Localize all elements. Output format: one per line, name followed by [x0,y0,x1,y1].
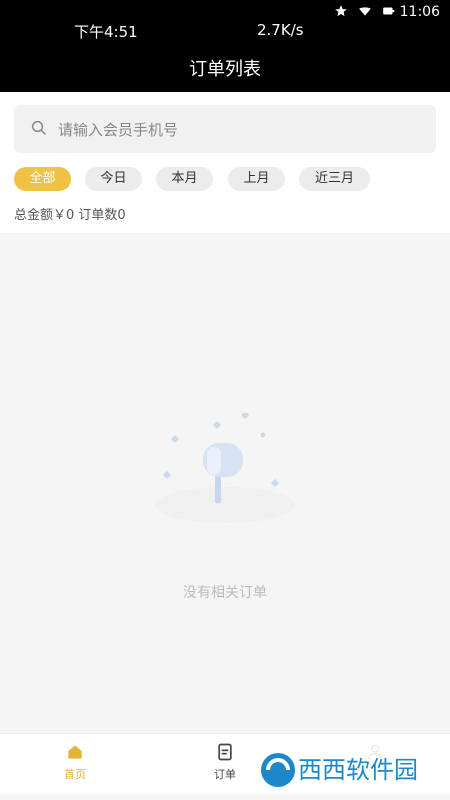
page-title: 订单列表 [189,59,261,80]
battery-icon [383,7,395,15]
site-watermark: 西西软件园 [252,744,436,794]
empty-state: 没有相关订单 [0,233,450,733]
search-icon [31,120,46,135]
nav-home[interactable]: 首页 [35,740,115,782]
status-left-time: 下午4:51 [74,23,138,41]
filter-last-three-months[interactable]: 近三月 [299,167,370,191]
system-icons [334,4,396,18]
nav-orders-label: 订单 [214,768,236,781]
filter-today[interactable]: 今日 [85,167,142,191]
filter-all[interactable]: 全部 [14,167,71,191]
empty-mailbox-icon [155,413,295,523]
system-time: 11:06 [399,4,440,20]
watermark-text: 西西软件园 [298,756,418,784]
top-bar: 下午4:51 2.7K/s 11:06 订单列表 [0,0,450,92]
empty-message: 没有相关订单 [183,585,267,601]
order-summary: 总金额￥0 订单数0 [14,208,126,223]
member-phone-input[interactable] [56,105,420,155]
home-icon [68,745,82,759]
orders-icon [218,743,232,761]
network-speed: 2.7K/s [257,21,304,39]
star-icon [335,5,347,17]
wifi-icon [359,7,371,16]
search-panel: 全部 今日 本月 上月 近三月 总金额￥0 订单数0 [0,92,450,233]
search-box[interactable] [14,105,436,155]
filter-this-month[interactable]: 本月 [156,167,213,191]
nav-home-label: 首页 [64,768,86,781]
filter-last-month[interactable]: 上月 [228,167,285,191]
